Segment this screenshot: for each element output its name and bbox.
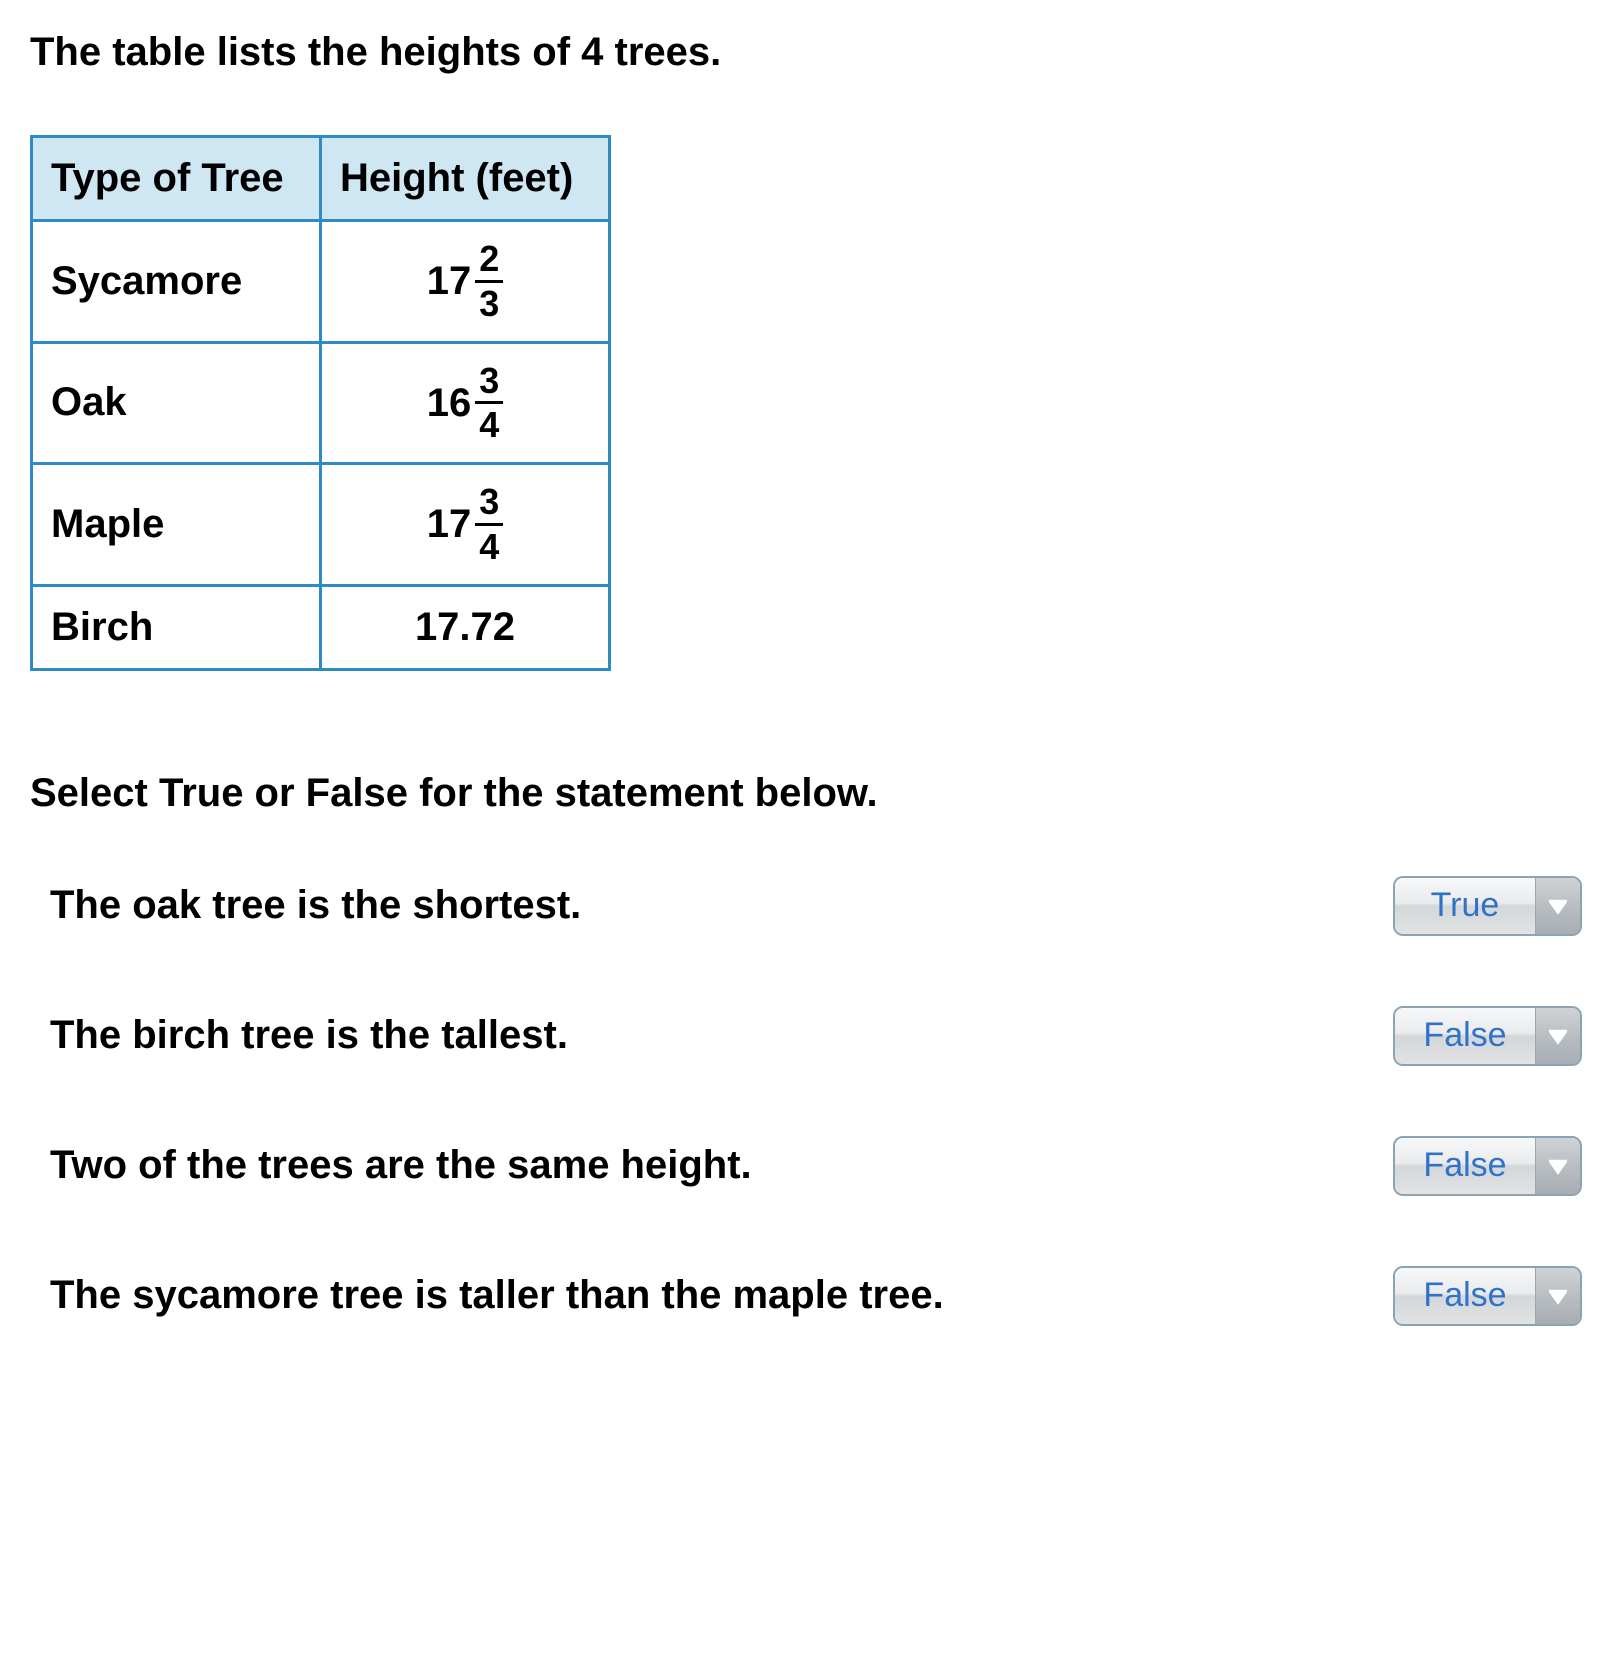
question-page: The table lists the heights of 4 trees. … — [0, 0, 1612, 1366]
col-header-tree: Type of Tree — [32, 137, 321, 221]
statement-text: The oak tree is the shortest. — [50, 883, 581, 928]
dropdown-value: False — [1395, 1138, 1536, 1194]
true-false-dropdown[interactable]: True — [1393, 876, 1582, 936]
statement-text: The birch tree is the tallest. — [50, 1013, 568, 1058]
dropdown-value: False — [1395, 1268, 1536, 1324]
statement-row: The sycamore tree is taller than the map… — [50, 1266, 1582, 1326]
cell-tree: Oak — [32, 342, 321, 464]
cell-height: 17 2 3 — [321, 221, 610, 343]
chevron-down-icon — [1536, 1008, 1580, 1064]
cell-height: 17 3 4 — [321, 464, 610, 586]
heights-table: Type of Tree Height (feet) Sycamore 17 2… — [30, 135, 611, 671]
intro-text: The table lists the heights of 4 trees. — [30, 30, 1582, 75]
fraction: 3 4 — [475, 483, 503, 566]
true-false-dropdown[interactable]: False — [1393, 1006, 1582, 1066]
chevron-down-icon — [1536, 878, 1580, 934]
cell-tree: Sycamore — [32, 221, 321, 343]
true-false-dropdown[interactable]: False — [1393, 1136, 1582, 1196]
table-header-row: Type of Tree Height (feet) — [32, 137, 610, 221]
mixed-number: 17 2 3 — [427, 240, 504, 323]
dropdown-value: False — [1395, 1008, 1536, 1064]
table-row: Oak 16 3 4 — [32, 342, 610, 464]
mixed-number: 16 3 4 — [427, 362, 504, 445]
statement-text: The sycamore tree is taller than the map… — [50, 1273, 944, 1318]
dropdown-value: True — [1395, 878, 1536, 934]
chevron-down-icon — [1536, 1268, 1580, 1324]
statement-row: The oak tree is the shortest. True — [50, 876, 1582, 936]
table-row: Maple 17 3 4 — [32, 464, 610, 586]
statements: The oak tree is the shortest. True The b… — [30, 876, 1582, 1326]
col-header-height: Height (feet) — [321, 137, 610, 221]
prompt-text: Select True or False for the statement b… — [30, 771, 1582, 816]
cell-height: 16 3 4 — [321, 342, 610, 464]
statement-text: Two of the trees are the same height. — [50, 1143, 752, 1188]
table-row: Birch 17.72 — [32, 585, 610, 669]
cell-tree: Maple — [32, 464, 321, 586]
chevron-down-icon — [1536, 1138, 1580, 1194]
mixed-number: 17 3 4 — [427, 483, 504, 566]
fraction: 3 4 — [475, 362, 503, 445]
true-false-dropdown[interactable]: False — [1393, 1266, 1582, 1326]
statement-row: The birch tree is the tallest. False — [50, 1006, 1582, 1066]
fraction: 2 3 — [475, 240, 503, 323]
cell-height: 17.72 — [321, 585, 610, 669]
cell-tree: Birch — [32, 585, 321, 669]
statement-row: Two of the trees are the same height. Fa… — [50, 1136, 1582, 1196]
table-row: Sycamore 17 2 3 — [32, 221, 610, 343]
